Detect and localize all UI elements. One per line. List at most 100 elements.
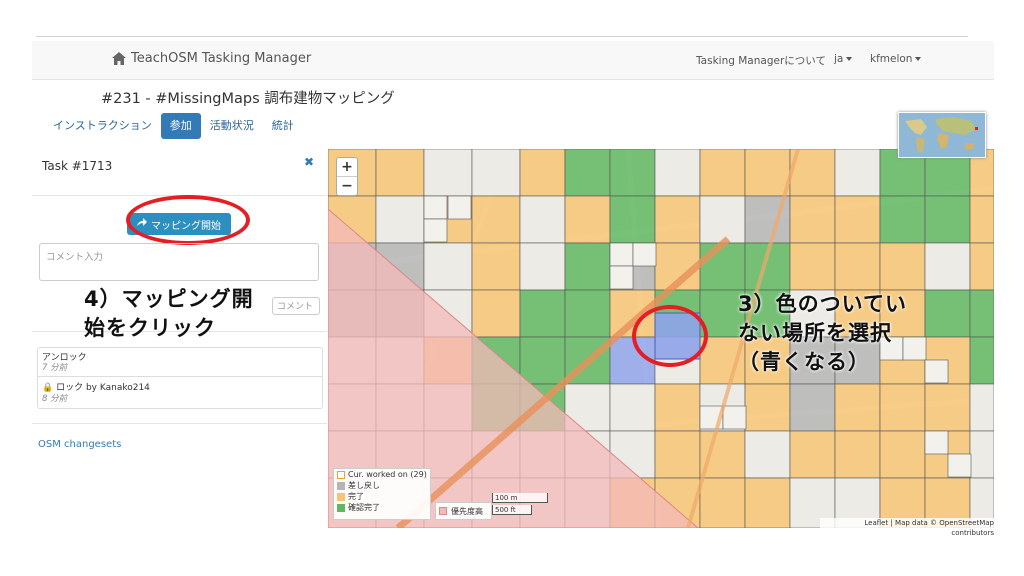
task-tile bbox=[969, 289, 994, 338]
task-tile bbox=[654, 430, 701, 479]
top-divider bbox=[36, 36, 968, 37]
task-tile bbox=[654, 195, 701, 244]
task-tile bbox=[699, 477, 746, 528]
tab-stats[interactable]: 統計 bbox=[263, 113, 303, 139]
task-tile bbox=[969, 383, 994, 432]
task-tile bbox=[789, 242, 836, 291]
legend-label: Cur. worked on (29) bbox=[348, 470, 427, 479]
tab-activity[interactable]: 活動状況 bbox=[201, 113, 263, 139]
task-tile bbox=[947, 453, 972, 478]
home-icon bbox=[112, 52, 126, 65]
history-action: ロック by Kanako214 bbox=[56, 383, 150, 393]
zoom-control: + − bbox=[336, 157, 358, 196]
about-link[interactable]: Tasking Managerについて bbox=[696, 53, 826, 68]
legend-swatch bbox=[337, 481, 345, 490]
task-tile bbox=[519, 289, 566, 338]
task-tile bbox=[699, 430, 746, 479]
task-tile bbox=[722, 405, 747, 430]
chevron-down-icon bbox=[915, 57, 922, 61]
task-tile bbox=[789, 430, 836, 479]
legend-item: 確認完了 bbox=[334, 502, 430, 513]
comment-button[interactable]: コメント bbox=[272, 297, 320, 315]
task-tile bbox=[471, 289, 521, 338]
task-tile bbox=[969, 195, 994, 244]
legend-swatch bbox=[337, 503, 345, 512]
task-tile bbox=[564, 195, 611, 244]
task-tile bbox=[924, 195, 971, 244]
step4-line: 4）マッピング開 bbox=[84, 287, 254, 311]
history-time: 7 分前 bbox=[42, 363, 68, 373]
task-tile bbox=[471, 242, 521, 291]
user-dropdown[interactable]: kfmelon bbox=[870, 53, 922, 65]
close-icon[interactable]: ✖ bbox=[304, 155, 314, 169]
username-label: kfmelon bbox=[870, 53, 913, 65]
legend-swatch bbox=[439, 507, 447, 515]
task-tile bbox=[564, 289, 611, 338]
history-divider bbox=[38, 376, 322, 377]
task-tile bbox=[423, 218, 448, 243]
task-tile bbox=[471, 149, 521, 197]
task-tile bbox=[744, 477, 791, 528]
task-tile bbox=[969, 336, 994, 385]
legend-item: 完了 bbox=[334, 491, 430, 502]
task-tile bbox=[834, 242, 881, 291]
task-tile bbox=[699, 149, 746, 197]
task-tile bbox=[969, 242, 994, 291]
task-tile bbox=[519, 336, 566, 385]
highlight-ring bbox=[632, 305, 708, 367]
task-tile bbox=[609, 242, 634, 267]
map-attribution[interactable]: Leaflet | Map data © OpenStreetMap contr… bbox=[820, 518, 994, 537]
task-tile bbox=[789, 195, 836, 244]
task-tile bbox=[699, 195, 746, 244]
step3-line: ない場所を選択 bbox=[738, 321, 892, 345]
legend-swatch bbox=[337, 470, 345, 479]
tab-contribute[interactable]: 参加 bbox=[160, 113, 201, 139]
minimap[interactable] bbox=[898, 112, 986, 158]
priority-label: 優先度高 bbox=[451, 506, 483, 516]
task-tile bbox=[375, 149, 425, 197]
task-tile bbox=[834, 383, 881, 432]
brand-link[interactable]: TeachOSM Tasking Manager bbox=[112, 51, 311, 66]
task-tile bbox=[834, 430, 881, 479]
task-tile bbox=[789, 383, 836, 432]
step3-line: 3）色のついてい bbox=[738, 292, 907, 316]
task-tile bbox=[423, 242, 473, 291]
language-dropdown[interactable]: ja bbox=[834, 53, 853, 65]
task-tile bbox=[834, 149, 881, 197]
step4-annotation: 4）マッピング開 始をクリック bbox=[84, 285, 254, 343]
comment-input[interactable]: コメント入力 bbox=[39, 243, 319, 281]
chevron-down-icon bbox=[846, 57, 853, 61]
task-tile bbox=[564, 149, 611, 197]
legend-item: Cur. worked on (29) bbox=[334, 469, 430, 480]
osm-changesets-link[interactable]: OSM changesets bbox=[38, 439, 121, 450]
task-tile bbox=[654, 383, 701, 432]
task-tile bbox=[519, 149, 566, 197]
task-tile bbox=[879, 383, 926, 432]
task-tile bbox=[375, 195, 425, 244]
task-tile bbox=[879, 195, 926, 244]
language-label: ja bbox=[834, 53, 844, 65]
navbar: TeachOSM Tasking Manager Tasking Manager… bbox=[32, 41, 994, 80]
scale-bar-metric: 100 m bbox=[492, 493, 548, 503]
history-time: 8 分前 bbox=[42, 394, 68, 404]
zoom-out-button[interactable]: − bbox=[337, 177, 357, 195]
map-legend: Cur. worked on (29) 差し戻し 完了 確認完了 bbox=[333, 468, 431, 520]
task-tile bbox=[924, 383, 971, 432]
task-tile bbox=[447, 195, 472, 220]
task-header: Task #1713 bbox=[42, 159, 113, 173]
task-tile bbox=[519, 242, 566, 291]
task-tile bbox=[609, 383, 656, 432]
brand-label: TeachOSM Tasking Manager bbox=[131, 51, 312, 66]
legend-label: 差し戻し bbox=[348, 481, 380, 490]
task-tile bbox=[564, 242, 611, 291]
task-tile bbox=[924, 430, 949, 455]
project-tabs: インストラクション 参加 活動状況 統計 bbox=[44, 113, 303, 139]
task-history: アンロック 7 分前 🔒 ロック by Kanako214 8 分前 bbox=[37, 347, 323, 409]
task-tile bbox=[423, 195, 448, 220]
step3-annotation: 3）色のついてい ない場所を選択 （青くなる） bbox=[738, 290, 907, 377]
step4-line: 始をクリック bbox=[84, 316, 216, 340]
legend-swatch bbox=[337, 492, 345, 501]
step3-line: （青くなる） bbox=[738, 350, 870, 374]
zoom-in-button[interactable]: + bbox=[337, 158, 357, 177]
tab-instructions[interactable]: インストラクション bbox=[44, 113, 161, 139]
